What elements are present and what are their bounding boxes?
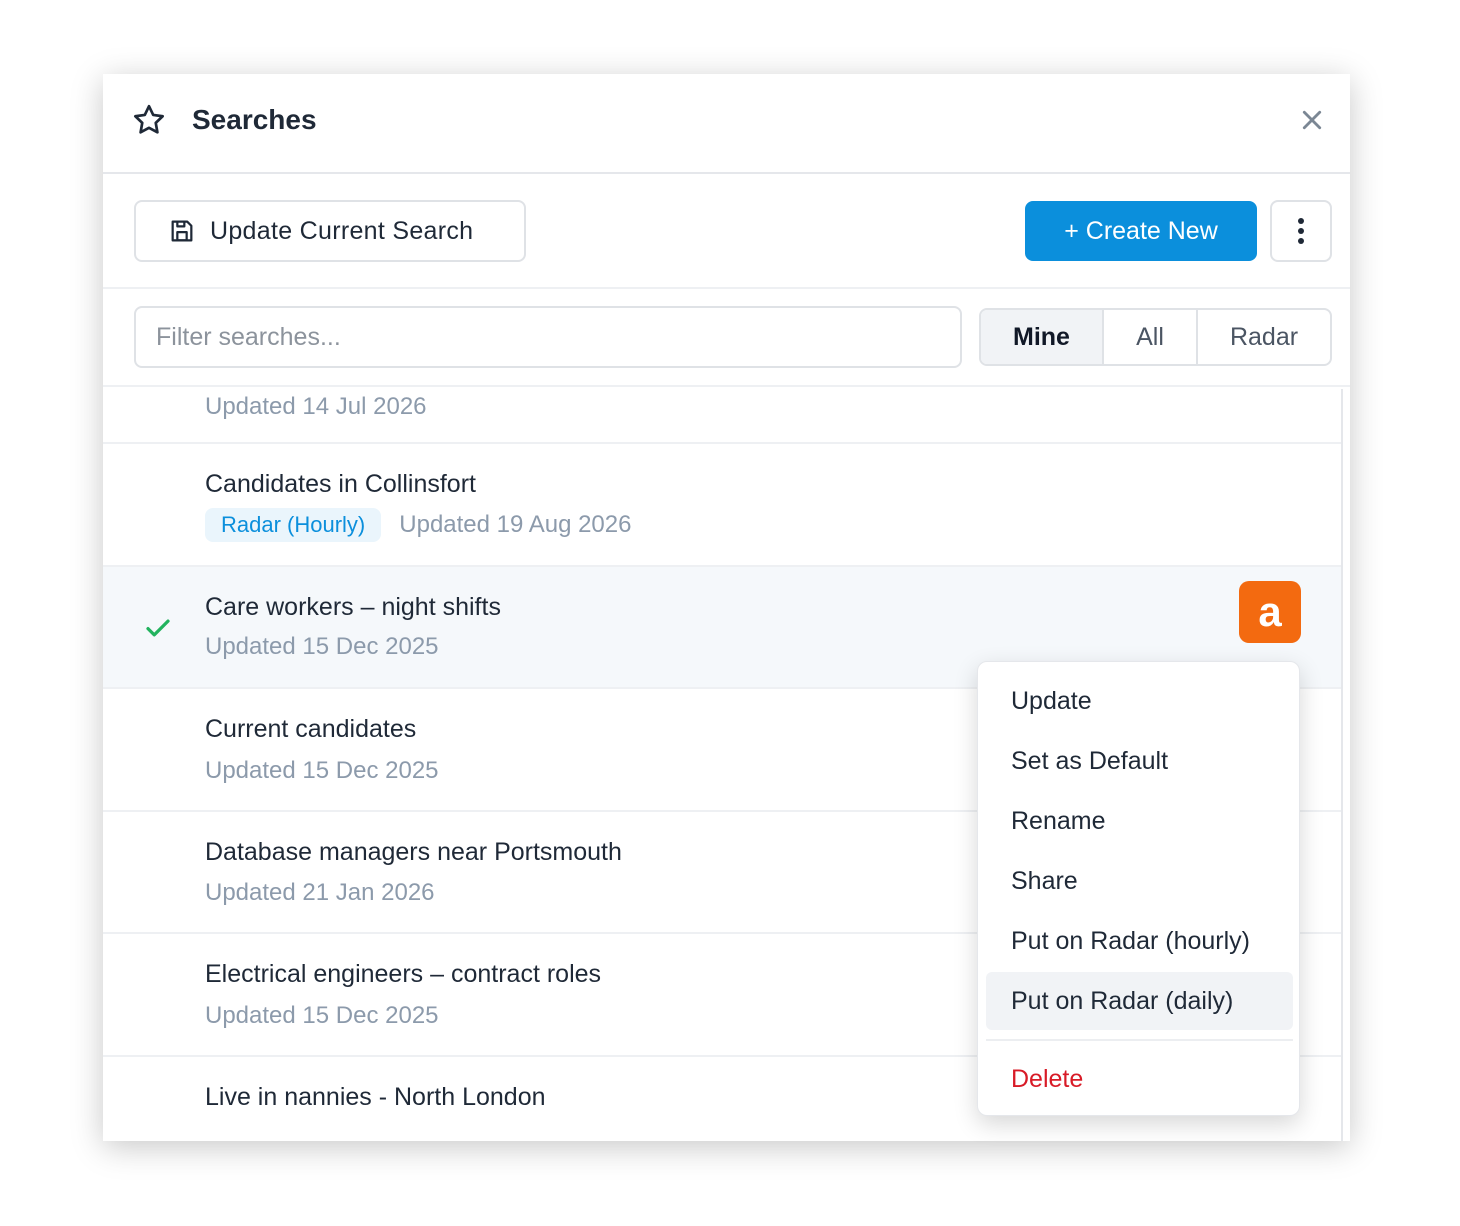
filter-row: Mine All Radar [103, 291, 1350, 387]
update-current-search-button[interactable]: Update Current Search [134, 200, 526, 262]
menu-item-rename[interactable]: Rename [986, 792, 1293, 850]
row-updated: Updated 15 Dec 2025 [205, 1002, 439, 1029]
close-icon [1302, 110, 1322, 130]
menu-item-set-as-default[interactable]: Set as Default [986, 732, 1293, 790]
filter-searches-input[interactable] [134, 306, 962, 368]
tab-mine[interactable]: Mine [981, 310, 1104, 364]
save-icon [171, 220, 193, 242]
row-updated: Updated 14 Jul 2026 [205, 393, 427, 420]
row-title: Candidates in Collinsfort [205, 470, 476, 498]
panel-title: Searches [192, 104, 317, 135]
menu-item-share[interactable]: Share [986, 852, 1293, 910]
radar-badge: Radar (Hourly) [205, 508, 382, 542]
scope-segmented-control: Mine All Radar [979, 308, 1332, 366]
star-icon [134, 104, 164, 134]
row-updated: Updated 15 Dec 2025 [205, 633, 439, 660]
tab-all[interactable]: All [1104, 310, 1198, 364]
close-button[interactable] [1296, 104, 1328, 136]
list-item[interactable]: Updated 14 Jul 2026 [103, 389, 1341, 444]
row-title: Current candidates [205, 715, 417, 743]
panel-header: Searches [103, 74, 1350, 174]
menu-divider [986, 1039, 1293, 1041]
row-title: Care workers – night shifts [205, 593, 501, 621]
menu-item-radar-hourly[interactable]: Put on Radar (hourly) [986, 912, 1293, 970]
menu-item-delete[interactable]: Delete [986, 1050, 1293, 1108]
row-title: Electrical engineers – contract roles [205, 960, 602, 988]
more-options-button[interactable] [1270, 200, 1332, 262]
avatar[interactable]: a [1239, 581, 1301, 643]
menu-item-radar-daily[interactable]: Put on Radar (daily) [986, 972, 1293, 1030]
menu-item-update[interactable]: Update [986, 672, 1293, 730]
search-context-menu: Update Set as Default Rename Share Put o… [977, 661, 1300, 1116]
list-item[interactable]: Candidates in Collinsfort Radar (Hourly)… [103, 444, 1341, 567]
tab-radar[interactable]: Radar [1198, 310, 1330, 364]
row-title: Database managers near Portsmouth [205, 838, 622, 866]
row-title: Live in nannies - North London [205, 1083, 546, 1111]
create-new-button[interactable]: + Create New [1025, 201, 1257, 261]
row-updated: Updated 15 Dec 2025 [205, 757, 439, 784]
row-updated: Updated 19 Aug 2026 [399, 511, 632, 538]
check-icon [146, 619, 170, 637]
update-current-search-label: Update Current Search [210, 216, 474, 245]
more-vertical-icon [1298, 218, 1304, 244]
toolbar: Update Current Search + Create New [103, 175, 1350, 289]
row-updated: Updated 21 Jan 2026 [205, 879, 435, 906]
